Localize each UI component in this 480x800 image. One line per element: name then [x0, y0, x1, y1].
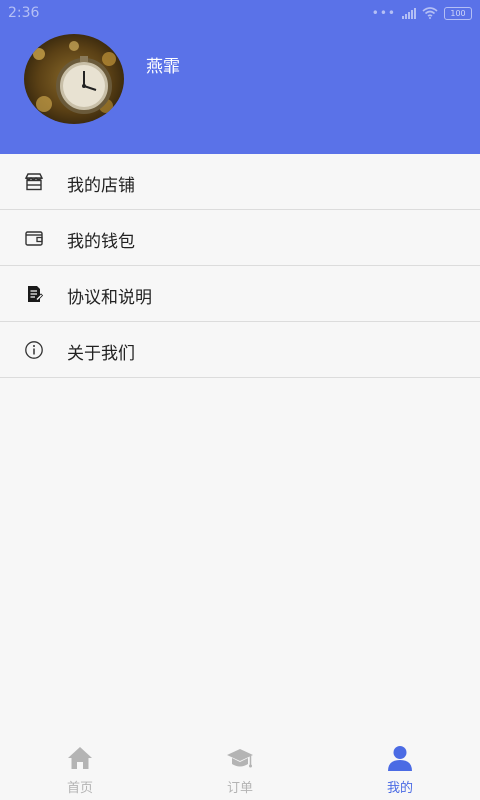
- clock-photo-icon: [24, 34, 124, 124]
- signal-icon: [402, 7, 416, 19]
- tab-orders[interactable]: 订单: [160, 736, 320, 800]
- menu-item-my-wallet[interactable]: 我的钱包: [0, 210, 480, 266]
- store-icon: [24, 173, 44, 191]
- graduation-cap-icon: [227, 749, 253, 768]
- tab-label: 首页: [66, 781, 93, 796]
- menu-item-my-store[interactable]: 我的店铺: [0, 154, 480, 210]
- status-time: 2:36: [8, 5, 40, 21]
- status-icons: ••• 100: [372, 6, 472, 20]
- user-icon: [388, 746, 412, 771]
- bottom-tab-bar: 首页 订单 我的: [0, 736, 480, 800]
- tab-mine[interactable]: 我的: [320, 736, 480, 800]
- username: 燕霏: [146, 57, 180, 77]
- tab-label: 订单: [226, 781, 253, 796]
- menu-item-label: 我的店铺: [67, 176, 135, 196]
- wifi-icon: [422, 7, 438, 19]
- wallet-icon: [25, 231, 43, 246]
- menu-item-agreement[interactable]: 协议和说明: [0, 266, 480, 322]
- avatar[interactable]: [24, 34, 124, 124]
- document-icon: [28, 286, 44, 302]
- battery-icon: 100: [444, 6, 472, 20]
- more-dots-icon: •••: [371, 6, 396, 20]
- home-icon: [68, 747, 92, 769]
- menu-item-label: 关于我们: [67, 344, 135, 364]
- profile-header: 2:36 ••• 100 燕霏: [0, 0, 480, 154]
- menu-item-about-us[interactable]: 关于我们: [0, 322, 480, 378]
- tab-home[interactable]: 首页: [0, 736, 160, 800]
- tab-label: 我的: [386, 781, 413, 796]
- menu-list: 我的店铺 我的钱包 协议和说明 关于我们: [0, 154, 480, 378]
- menu-item-label: 协议和说明: [67, 288, 152, 308]
- menu-item-label: 我的钱包: [67, 232, 135, 252]
- status-bar: 2:36 ••• 100: [0, 0, 480, 28]
- info-icon: [25, 341, 43, 359]
